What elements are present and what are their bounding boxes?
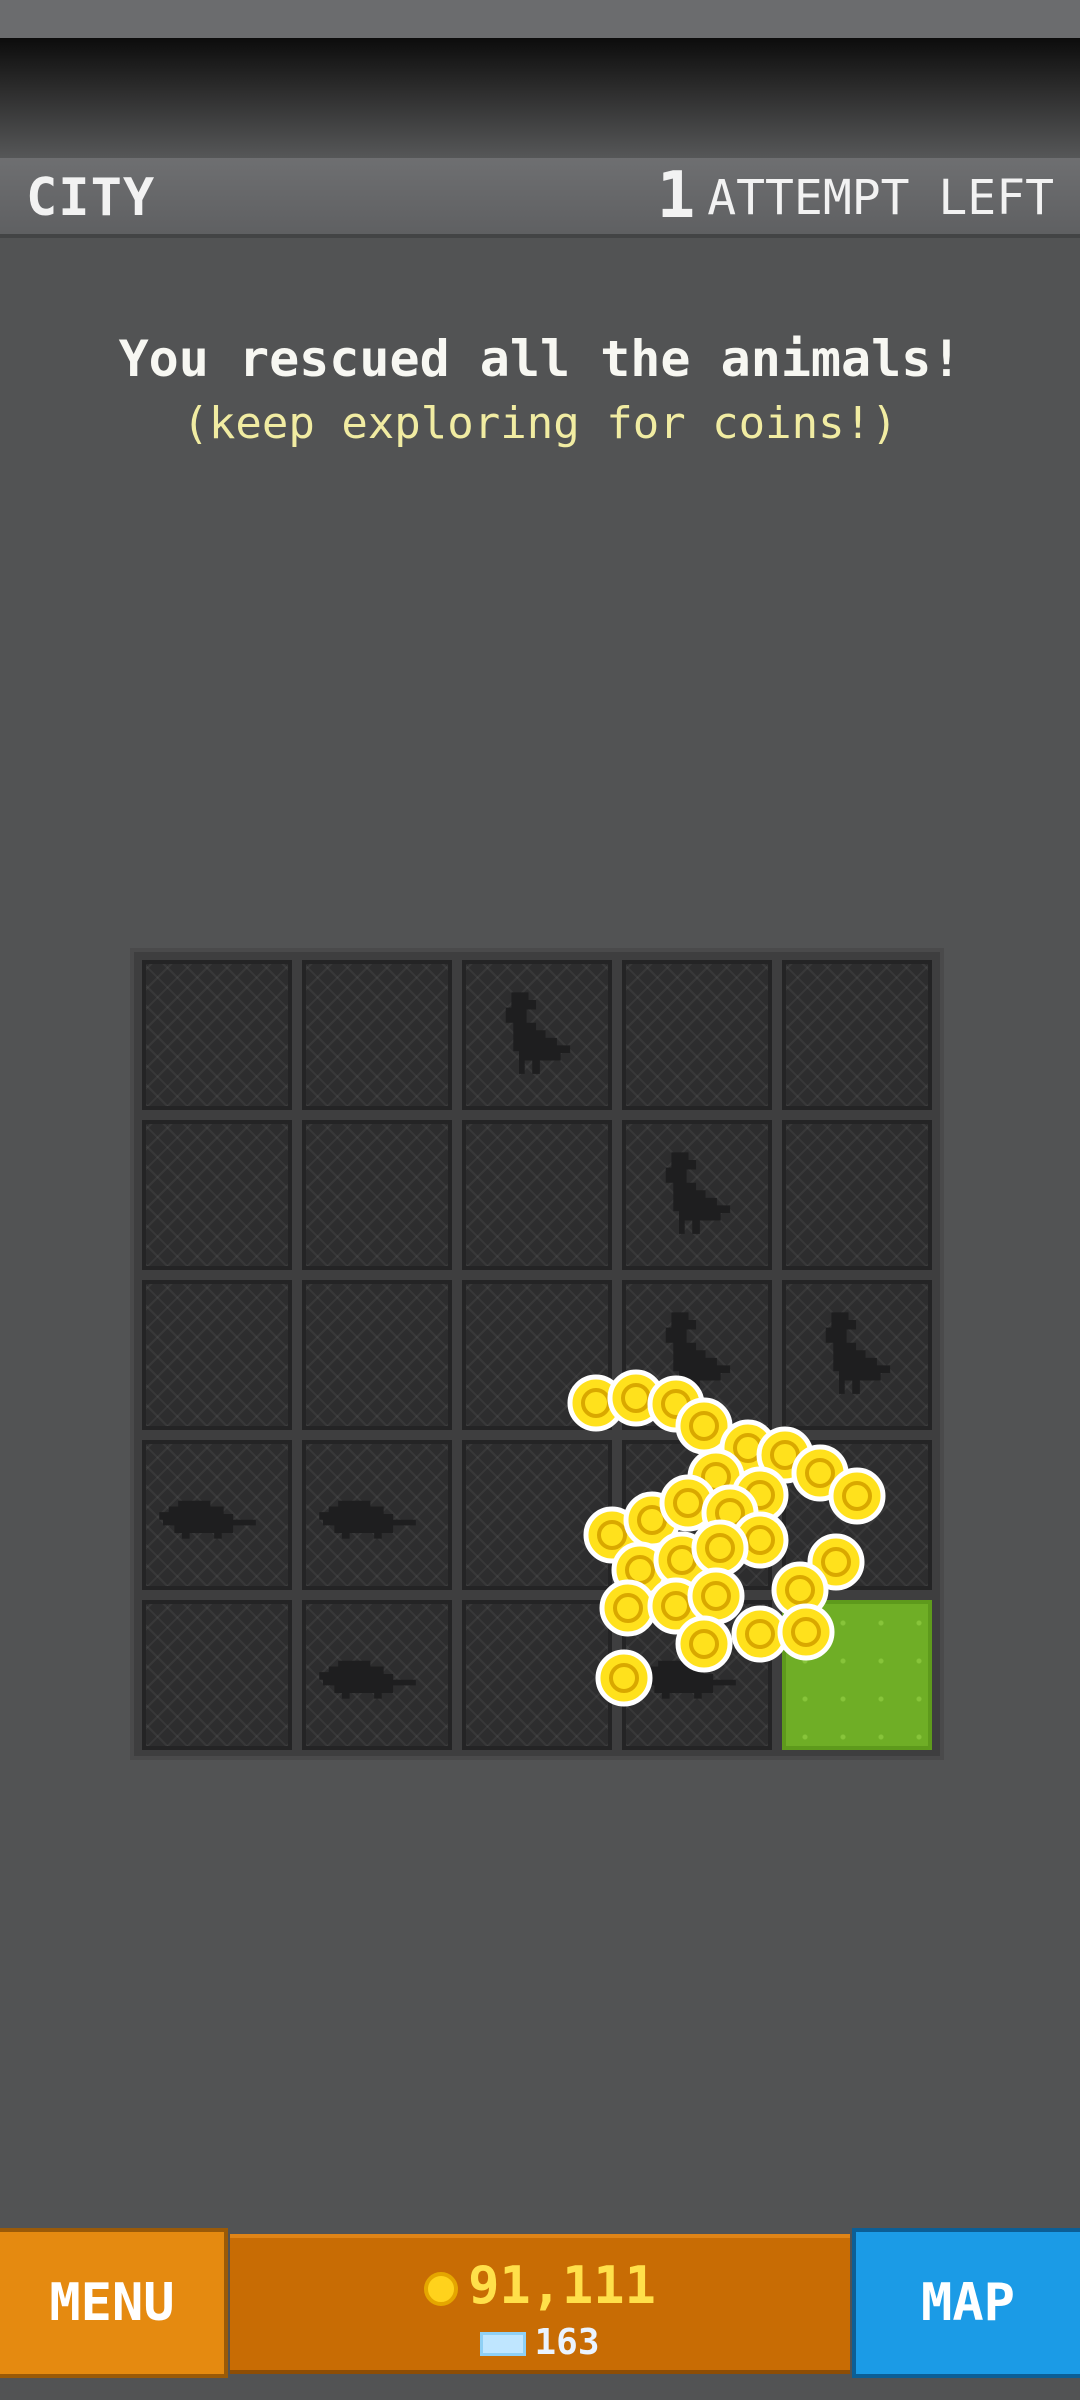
tile[interactable] (462, 1280, 612, 1430)
tile[interactable] (782, 1440, 932, 1590)
tile[interactable] (302, 960, 452, 1110)
rat-icon (319, 1500, 416, 1539)
tile[interactable] (462, 1600, 612, 1750)
gem-count: 163 (534, 2322, 600, 2363)
tile[interactable] (622, 1440, 772, 1590)
tile[interactable] (302, 1120, 452, 1270)
tile-pigeon[interactable] (462, 960, 612, 1110)
tile-rat[interactable] (302, 1600, 452, 1750)
rat-icon (639, 1660, 736, 1699)
tile-rat[interactable] (622, 1600, 772, 1750)
coin-count: 91,111 (468, 2256, 656, 2316)
coin-balance: 91,111 (230, 2256, 850, 2316)
attempts-label: ATTEMPT LEFT (707, 170, 1054, 226)
tile-rat[interactable] (302, 1440, 452, 1590)
tile[interactable] (302, 1280, 452, 1430)
tile-pigeon[interactable] (782, 1280, 932, 1430)
tile[interactable] (782, 1120, 932, 1270)
message-subtitle: (keep exploring for coins!) (182, 398, 898, 449)
tile-grass[interactable] (782, 1600, 932, 1750)
tile[interactable] (622, 960, 772, 1110)
gem-balance: 163 (230, 2322, 850, 2363)
tile[interactable] (142, 1600, 292, 1750)
tile-rat[interactable] (142, 1440, 292, 1590)
result-message: You rescued all the animals! (keep explo… (0, 330, 1080, 449)
coin-icon (424, 2272, 459, 2306)
ticket-icon (480, 2332, 527, 2356)
tile-pigeon[interactable] (622, 1120, 772, 1270)
attempts-count: 1 (656, 159, 696, 233)
pigeon-icon (665, 1152, 731, 1234)
message-title: You rescued all the animals! (118, 330, 962, 388)
bottom-bar: MENU 91,111 163 MAP (0, 2228, 1080, 2378)
map-button[interactable]: MAP (852, 2228, 1080, 2378)
rat-icon (159, 1500, 256, 1539)
tile-pigeon[interactable] (622, 1280, 772, 1430)
tile[interactable] (462, 1440, 612, 1590)
tile-grid (142, 960, 932, 1750)
currency-panel: 91,111 163 (230, 2234, 850, 2374)
tile[interactable] (462, 1120, 612, 1270)
level-name: CITY (26, 168, 156, 228)
tile[interactable] (142, 960, 292, 1110)
pigeon-icon (665, 1312, 731, 1394)
tile[interactable] (142, 1280, 292, 1430)
pigeon-icon (505, 992, 571, 1074)
top-shadow (0, 38, 1080, 158)
pigeon-icon (825, 1312, 891, 1394)
attempts-counter: 1 ATTEMPT LEFT (656, 159, 1054, 233)
level-header: CITY 1 ATTEMPT LEFT (0, 158, 1080, 238)
rat-icon (319, 1660, 416, 1699)
tile[interactable] (782, 960, 932, 1110)
tile[interactable] (142, 1120, 292, 1270)
menu-button[interactable]: MENU (0, 2228, 228, 2378)
game-board (130, 948, 944, 1760)
status-bar (0, 0, 1080, 38)
